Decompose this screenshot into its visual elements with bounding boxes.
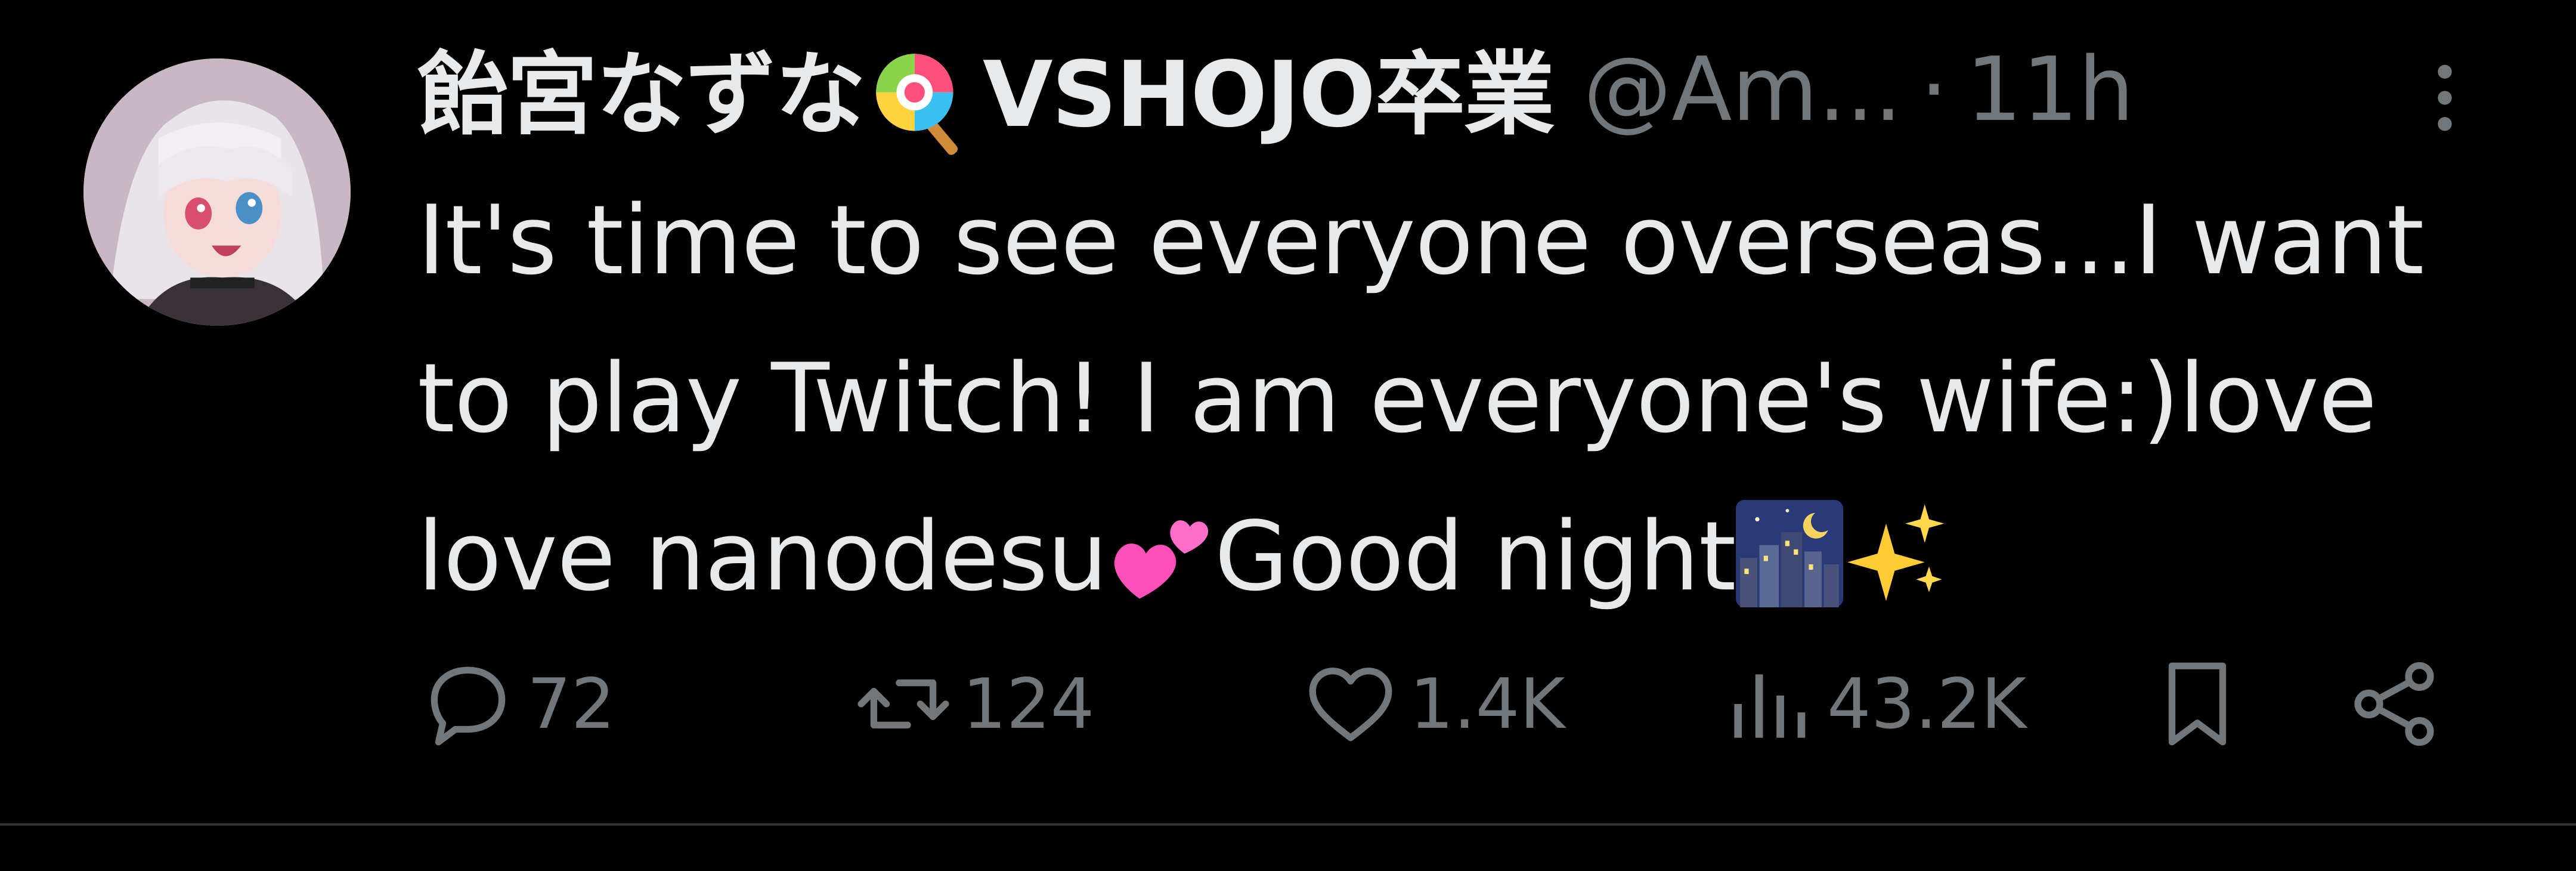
more-button[interactable] xyxy=(2397,50,2493,146)
avatar[interactable] xyxy=(83,58,351,326)
display-name-suffix: VSHOJO卒業 xyxy=(983,42,1555,148)
reply-button[interactable]: 72 xyxy=(417,644,615,764)
views-icon xyxy=(1734,674,1806,738)
display-name[interactable]: 飴宮なずな VSHOJO卒業 xyxy=(417,21,1555,158)
like-count: 1.4K xyxy=(1410,663,1565,745)
two-hearts-emoji xyxy=(1114,520,1208,599)
share-button[interactable] xyxy=(2343,644,2453,764)
retweet-icon xyxy=(857,679,949,729)
separator-dot: · xyxy=(1919,38,1948,141)
tweet-header: 飴宮なずな VSHOJO卒業 @Am... · 11h xyxy=(417,30,2528,155)
tweet-text-segment: love nanodesu xyxy=(417,501,1108,612)
user-handle[interactable]: @Am... xyxy=(1583,38,1902,141)
bookmark-icon xyxy=(2168,662,2227,746)
tweet-text-line: It's time to see everyone overseas...I w… xyxy=(417,184,2424,296)
tweet-text-segment: Good night xyxy=(1214,501,1736,612)
views-button[interactable]: 43.2K xyxy=(1717,644,2026,764)
more-vertical-icon xyxy=(2438,64,2452,131)
tweet-actions: 72 124 1.4K 43.2K xyxy=(417,644,2493,764)
tweet-text-line: to play Twitch! I am everyone's wife:)lo… xyxy=(417,342,2377,454)
sparkles-emoji xyxy=(1847,504,1944,601)
like-button[interactable]: 1.4K xyxy=(1300,644,1565,764)
tweet-text-line: love nanodesu Good night xyxy=(417,477,2516,635)
reply-count: 72 xyxy=(527,663,615,745)
lollipop-emoji xyxy=(876,53,958,155)
tweet-text: It's time to see everyone overseas...I w… xyxy=(417,161,2516,635)
reply-icon xyxy=(431,666,506,746)
bookmark-button[interactable] xyxy=(2147,644,2256,764)
tweet[interactable]: 飴宮なずな VSHOJO卒業 @Am... · 11h It's time to… xyxy=(0,0,2576,823)
timestamp[interactable]: 11h xyxy=(1966,38,2134,141)
heart-icon xyxy=(1309,668,1392,742)
avatar-image xyxy=(83,58,351,326)
share-icon xyxy=(2354,662,2434,746)
retweet-count: 124 xyxy=(962,663,1095,745)
display-name-text: 飴宮なずな xyxy=(417,42,866,148)
views-count: 43.2K xyxy=(1827,663,2027,745)
retweet-button[interactable]: 124 xyxy=(853,644,1094,764)
night-city-emoji xyxy=(1735,500,1843,607)
divider xyxy=(0,823,2576,826)
